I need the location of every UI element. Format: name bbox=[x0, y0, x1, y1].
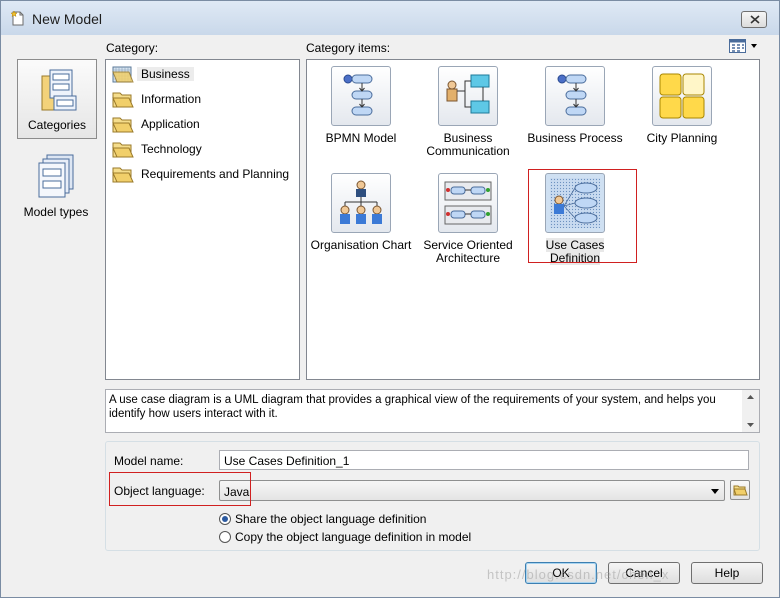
item-caption-line1: Business bbox=[443, 131, 493, 145]
item-city-planning[interactable]: City Planning bbox=[628, 62, 736, 166]
item-caption: Organisation Chart bbox=[307, 239, 415, 252]
close-button[interactable] bbox=[741, 11, 767, 28]
scroll-up-icon[interactable] bbox=[742, 391, 759, 403]
description-text: A use case diagram is a UML diagram that… bbox=[109, 394, 716, 420]
category-item-technology[interactable]: Technology bbox=[110, 139, 298, 159]
item-service-oriented-architecture[interactable]: Service Oriented Architecture bbox=[414, 169, 522, 273]
share-language-radio[interactable] bbox=[219, 513, 231, 525]
item-caption: BPMN Model bbox=[307, 132, 415, 145]
bpmn-icon bbox=[343, 74, 373, 116]
categories-icon bbox=[41, 69, 77, 111]
title-bar: New Model bbox=[1, 1, 779, 35]
category-items-label: Category items: bbox=[306, 41, 391, 55]
tile bbox=[331, 66, 391, 126]
new-model-dialog: New Model Categories Model types Categor… bbox=[0, 0, 780, 598]
tile bbox=[438, 66, 498, 126]
folder-grid-icon bbox=[112, 66, 134, 83]
category-label: Category: bbox=[106, 41, 159, 55]
item-caption-line2: Architecture bbox=[435, 251, 501, 265]
item-organisation-chart[interactable]: Organisation Chart bbox=[307, 169, 415, 273]
organisation-chart-icon bbox=[340, 180, 382, 224]
categories-view-button[interactable]: Categories bbox=[17, 59, 97, 139]
chevron-down-icon[interactable] bbox=[751, 44, 757, 48]
item-caption-line1: City Planning bbox=[646, 131, 718, 145]
category-item-label: Business bbox=[137, 67, 194, 81]
model-types-view-label: Model types bbox=[23, 205, 89, 219]
item-caption: Business Communication bbox=[414, 132, 522, 158]
model-types-view-button[interactable]: Model types bbox=[17, 147, 97, 227]
category-item-application[interactable]: Application bbox=[110, 114, 298, 134]
folder-icon bbox=[112, 167, 134, 183]
item-caption-line1: BPMN Model bbox=[325, 131, 397, 145]
highlight-box-use-cases bbox=[528, 169, 637, 263]
tile bbox=[652, 66, 712, 126]
item-caption: City Planning bbox=[628, 132, 736, 145]
item-caption-line2: Communication bbox=[426, 144, 510, 158]
browse-language-button[interactable] bbox=[730, 480, 750, 500]
folder-icon bbox=[112, 142, 134, 158]
close-icon bbox=[750, 15, 760, 24]
highlight-box-object-language bbox=[109, 472, 251, 506]
tile bbox=[545, 66, 605, 126]
folder-open-icon bbox=[733, 485, 748, 496]
category-item-requirements[interactable]: Requirements and Planning bbox=[110, 164, 298, 184]
copy-language-radio[interactable] bbox=[219, 531, 231, 543]
folder-icon bbox=[112, 92, 134, 108]
item-caption-line1: Business Process bbox=[527, 131, 623, 145]
item-caption: Service Oriented Architecture bbox=[414, 239, 522, 265]
item-bpmn-model[interactable]: BPMN Model bbox=[307, 62, 415, 166]
item-business-process[interactable]: Business Process bbox=[521, 62, 629, 166]
category-item-label: Technology bbox=[141, 142, 202, 156]
business-process-icon bbox=[557, 74, 587, 116]
categories-view-label: Categories bbox=[27, 118, 87, 132]
item-business-communication[interactable]: Business Communication bbox=[414, 62, 522, 166]
category-item-information[interactable]: Information bbox=[110, 89, 298, 109]
category-item-label: Information bbox=[141, 92, 202, 106]
model-types-icon bbox=[38, 154, 74, 198]
description-box: A use case diagram is a UML diagram that… bbox=[105, 389, 760, 433]
scroll-down-icon[interactable] bbox=[742, 419, 759, 431]
help-button[interactable]: Help bbox=[691, 562, 763, 584]
window-title: New Model bbox=[32, 11, 103, 27]
category-list: Business Information Application Technol… bbox=[105, 59, 300, 380]
business-communication-icon bbox=[446, 74, 490, 114]
model-name-input[interactable]: Use Cases Definition_1 bbox=[219, 450, 749, 470]
tile bbox=[331, 173, 391, 233]
copy-language-label: Copy the object language definition in m… bbox=[235, 530, 472, 544]
list-view-icon[interactable] bbox=[729, 39, 749, 53]
folder-icon bbox=[112, 117, 134, 133]
item-caption-line1: Organisation Chart bbox=[310, 238, 412, 252]
city-planning-icon bbox=[659, 73, 705, 119]
share-language-label: Share the object language definition bbox=[235, 512, 427, 526]
description-scrollbar[interactable] bbox=[742, 390, 759, 432]
watermark: http://blog.csdn.net/chen_x bbox=[487, 567, 670, 582]
category-item-label: Application bbox=[141, 117, 200, 131]
tile bbox=[438, 173, 498, 233]
chevron-down-icon bbox=[711, 489, 719, 494]
item-caption: Business Process bbox=[521, 132, 629, 145]
soa-icon bbox=[444, 181, 492, 225]
new-document-icon bbox=[10, 10, 24, 26]
model-name-label: Model name: bbox=[114, 454, 184, 468]
category-item-business[interactable]: Business bbox=[110, 64, 298, 84]
category-item-label: Requirements and Planning bbox=[141, 167, 290, 181]
object-language-select[interactable]: Java bbox=[219, 480, 725, 501]
item-caption-line1: Service Oriented bbox=[423, 238, 513, 252]
